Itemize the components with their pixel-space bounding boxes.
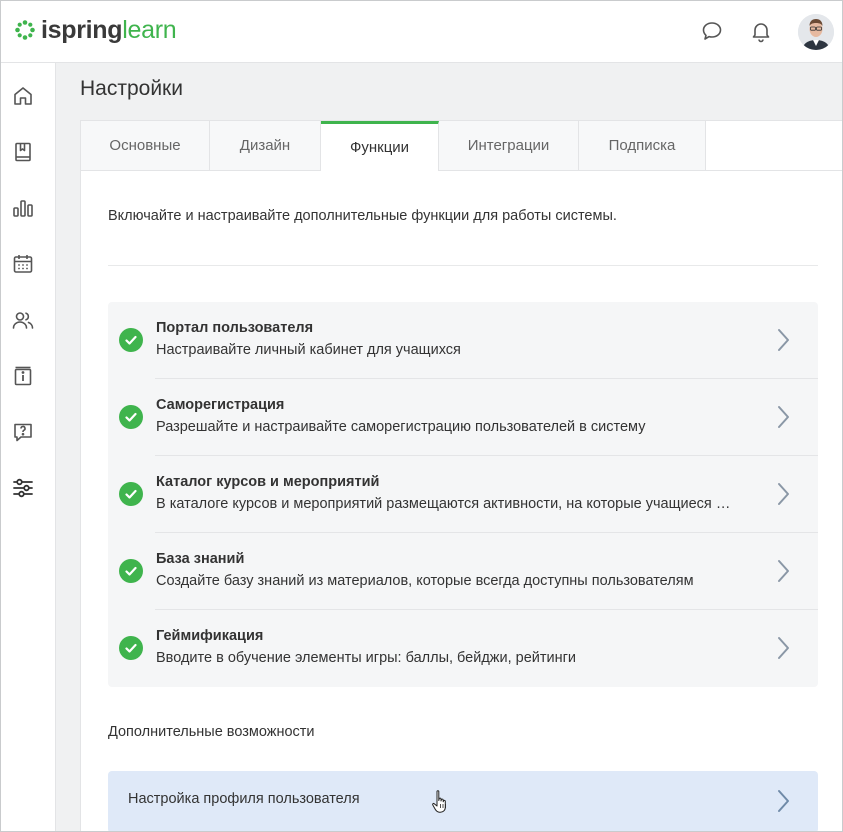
tab-design[interactable]: Дизайн xyxy=(210,121,321,170)
feature-description: Вводите в обучение элементы игры: баллы,… xyxy=(156,650,577,666)
users-icon[interactable] xyxy=(11,308,35,332)
settings-card: Основные Дизайн Функции Интеграции Подпи… xyxy=(80,120,842,831)
info-card-icon[interactable] xyxy=(11,364,35,388)
chevron-right-icon xyxy=(772,634,794,662)
check-icon xyxy=(119,482,143,506)
profile-settings-label: Настройка профиля пользователя xyxy=(128,791,360,807)
feature-title: Саморегистрация xyxy=(156,397,285,413)
calendar-icon[interactable] xyxy=(11,252,35,276)
additional-section-title: Дополнительные возможности xyxy=(108,724,315,740)
feature-description: Настраивайте личный кабинет для учащихся xyxy=(156,342,461,358)
feature-title: Геймификация xyxy=(156,628,264,644)
book-icon[interactable] xyxy=(11,140,35,164)
feature-row-user-portal[interactable]: Портал пользователя Настраивайте личный … xyxy=(108,302,818,379)
ispring-flower-icon xyxy=(15,20,35,40)
feature-title: База знаний xyxy=(156,551,245,567)
feature-description: Создайте базу знаний из материалов, кото… xyxy=(156,573,694,589)
feature-title: Портал пользователя xyxy=(156,320,314,336)
page-title: Настройки xyxy=(80,77,183,100)
tab-filler xyxy=(706,121,842,170)
bar-chart-icon[interactable] xyxy=(11,196,35,220)
question-icon[interactable] xyxy=(11,420,35,444)
feature-row-catalog[interactable]: Каталог курсов и мероприятий В каталоге … xyxy=(108,456,818,533)
user-profile-settings-row[interactable]: Настройка профиля пользователя xyxy=(108,771,818,831)
feature-description: В каталоге курсов и мероприятий размещаю… xyxy=(156,496,731,512)
chevron-right-icon xyxy=(772,557,794,585)
chevron-right-icon xyxy=(772,787,794,815)
hand-cursor-icon xyxy=(432,790,446,813)
feature-row-gamification[interactable]: Геймификация Вводите в обучение элементы… xyxy=(108,610,818,687)
chevron-right-icon xyxy=(772,403,794,431)
tab-integrations[interactable]: Интеграции xyxy=(439,121,579,170)
sidebar xyxy=(1,63,56,831)
bell-icon[interactable] xyxy=(749,19,773,43)
intro-text: Включайте и настраивайте дополнительные … xyxy=(108,208,617,224)
top-bar: ispringlearn xyxy=(1,1,842,63)
home-icon[interactable] xyxy=(11,84,35,108)
feature-row-self-registration[interactable]: Саморегистрация Разрешайте и настраивайт… xyxy=(108,379,818,456)
tab-features[interactable]: Функции xyxy=(321,121,439,171)
features-list: Портал пользователя Настраивайте личный … xyxy=(108,302,818,687)
settings-sliders-icon[interactable] xyxy=(11,476,35,500)
tab-bar: Основные Дизайн Функции Интеграции Подпи… xyxy=(81,121,842,171)
tab-general[interactable]: Основные xyxy=(81,121,210,170)
chevron-right-icon xyxy=(772,326,794,354)
feature-row-knowledge-base[interactable]: База знаний Создайте базу знаний из мате… xyxy=(108,533,818,610)
tab-subscription[interactable]: Подписка xyxy=(579,121,706,170)
app-window: ispringlearn Настройки Основные Дизайн Ф… xyxy=(0,0,843,832)
check-icon xyxy=(119,405,143,429)
logo-text: ispringlearn xyxy=(41,16,177,44)
divider xyxy=(108,265,818,266)
check-icon xyxy=(119,636,143,660)
check-icon xyxy=(119,328,143,352)
feature-title: Каталог курсов и мероприятий xyxy=(156,474,380,490)
logo[interactable]: ispringlearn xyxy=(14,16,177,44)
user-avatar[interactable] xyxy=(798,14,834,50)
check-icon xyxy=(119,559,143,583)
feature-description: Разрешайте и настраивайте саморегистраци… xyxy=(156,419,646,435)
chat-icon[interactable] xyxy=(700,19,724,43)
chevron-right-icon xyxy=(772,480,794,508)
